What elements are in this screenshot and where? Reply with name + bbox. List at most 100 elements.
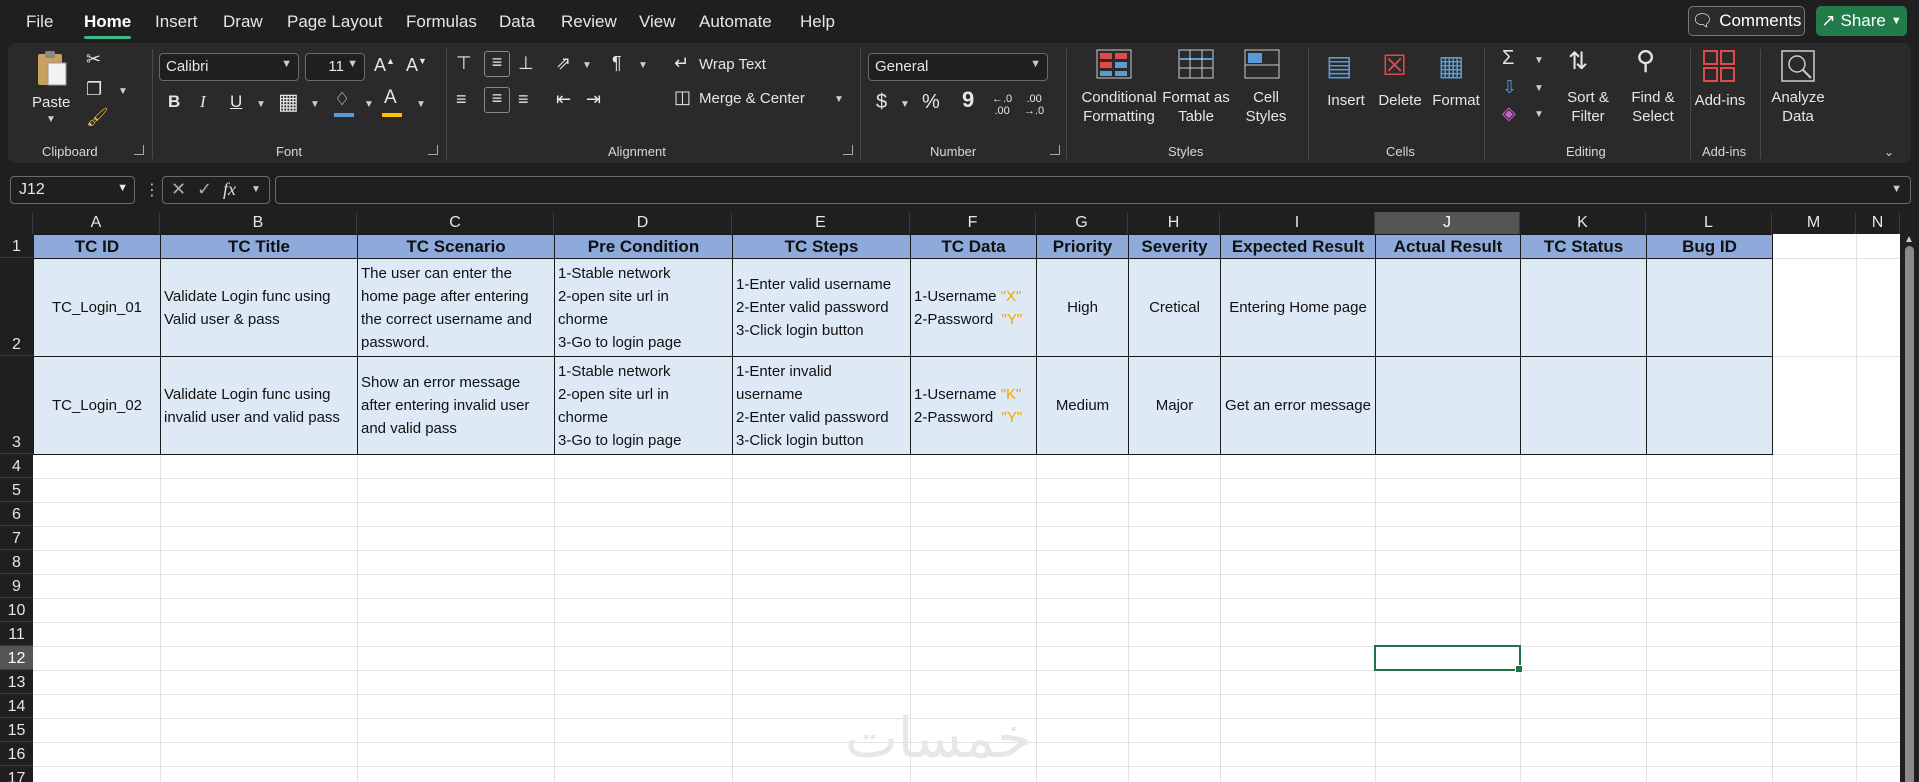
align-center-icon[interactable]: ≡ [484,87,510,113]
column-header-d[interactable]: D [554,212,732,234]
share-button[interactable]: ↗ Share ▼ [1816,6,1907,36]
column-header-g[interactable]: G [1036,212,1128,234]
italic-button[interactable]: I [200,92,206,112]
header-cell[interactable]: TC Scenario [357,234,555,259]
name-box[interactable]: J12 ▼ [10,176,135,204]
tab-automate[interactable]: Automate [699,12,772,32]
header-cell[interactable]: TC ID [33,234,161,259]
font-name-dropdown[interactable]: Calibri ▼ [159,53,299,81]
tab-file[interactable]: File [26,12,53,32]
chevron-down-icon[interactable]: ▼ [251,184,261,195]
tab-page-layout[interactable]: Page Layout [287,12,382,32]
table-cell-expected[interactable]: Entering Home page [1220,258,1376,357]
row-header-15[interactable]: 15 [0,718,33,742]
table-cell-actual[interactable] [1375,258,1521,357]
row-header-3[interactable]: 3 [0,356,33,454]
active-cell-selection[interactable] [1374,645,1523,673]
chevron-down-icon[interactable]: ▼ [638,60,648,71]
header-cell[interactable]: TC Status [1520,234,1647,259]
row-header-5[interactable]: 5 [0,478,33,502]
header-cell[interactable]: Priority [1036,234,1129,259]
column-header-f[interactable]: F [910,212,1036,234]
table-cell-scenario[interactable]: Show an error message after entering inv… [357,356,555,455]
table-cell-tc-id[interactable]: TC_Login_02 [33,356,161,455]
autosum-icon[interactable]: Σ [1502,47,1514,70]
chevron-down-icon[interactable]: ▼ [256,99,266,110]
header-cell[interactable]: Actual Result [1375,234,1521,259]
table-cell-precondition[interactable]: 1-Stable network 2-open site url in chor… [554,258,733,357]
row-header-7[interactable]: 7 [0,526,33,550]
header-cell[interactable]: TC Data [910,234,1037,259]
header-cell[interactable]: TC Steps [732,234,911,259]
table-cell-bug-id[interactable] [1646,258,1773,357]
column-header-l[interactable]: L [1646,212,1772,234]
alignment-launcher-icon[interactable] [843,145,853,155]
header-cell[interactable]: Severity [1128,234,1221,259]
table-cell-steps[interactable]: 1-Enter valid username 2-Enter valid pas… [732,258,911,357]
align-top-icon[interactable]: ⊤ [456,53,472,74]
align-bottom-icon[interactable]: ⊥ [518,53,534,74]
number-format-dropdown[interactable]: General ▼ [868,53,1048,81]
table-cell-priority[interactable]: High [1036,258,1129,357]
table-cell-actual[interactable] [1375,356,1521,455]
header-cell[interactable]: Pre Condition [554,234,733,259]
row-header-12[interactable]: 12 [0,646,33,670]
header-cell[interactable]: TC Title [160,234,358,259]
row-header-1[interactable]: 1 [0,234,33,258]
tc-data-cell[interactable]: 1-Username "K" 2-Password "Y" [910,356,1037,455]
increase-indent-icon[interactable]: ⇥ [586,89,601,110]
font-launcher-icon[interactable] [428,145,438,155]
table-cell-severity[interactable]: Cretical [1128,258,1221,357]
table-cell-precondition[interactable]: 1-Stable network 2-open site url in chor… [554,356,733,455]
row-header-11[interactable]: 11 [0,622,33,646]
fill-icon[interactable]: ⇩ [1502,77,1517,98]
table-cell-expected[interactable]: Get an error message [1220,356,1376,455]
row-header-6[interactable]: 6 [0,502,33,526]
tab-draw[interactable]: Draw [223,12,263,32]
more-options-icon[interactable]: ⋮ [144,180,160,200]
column-header-c[interactable]: C [357,212,554,234]
percent-button[interactable]: % [922,91,940,114]
chevron-down-icon[interactable]: ▼ [364,99,374,110]
number-launcher-icon[interactable] [1050,145,1060,155]
text-direction-icon[interactable]: ¶ [612,53,622,74]
column-header-j[interactable]: J [1375,212,1520,234]
tab-insert[interactable]: Insert [155,12,198,32]
chevron-down-icon[interactable]: ▼ [582,60,592,71]
row-header-4[interactable]: 4 [0,454,33,478]
align-right-icon[interactable]: ≡ [518,89,529,110]
collapse-ribbon-icon[interactable]: ⌄ [1884,145,1894,159]
underline-button[interactable]: U [230,92,242,112]
row-header-13[interactable]: 13 [0,670,33,694]
table-cell-bug-id[interactable] [1646,356,1773,455]
column-header-k[interactable]: K [1520,212,1646,234]
row-header-2[interactable]: 2 [0,258,33,356]
orientation-icon[interactable]: ⇗ [556,53,571,74]
cancel-icon[interactable]: ✕ [171,179,186,200]
row-header-16[interactable]: 16 [0,742,33,766]
table-cell-title[interactable]: Validate Login func using invalid user a… [160,356,358,455]
bold-button[interactable]: B [168,92,180,112]
select-all-corner[interactable] [0,212,33,234]
chevron-down-icon[interactable]: ▼ [118,86,128,97]
header-cell[interactable]: Expected Result [1220,234,1376,259]
tc-data-cell[interactable]: 1-Username "X" 2-Password "Y" [910,258,1037,357]
column-header-b[interactable]: B [160,212,357,234]
column-header-i[interactable]: I [1220,212,1375,234]
table-cell-tc-id[interactable]: TC_Login_01 [33,258,161,357]
scrollbar-thumb[interactable] [1905,246,1914,782]
currency-button[interactable]: $ [876,91,887,114]
font-size-dropdown[interactable]: 11 ▼ [305,53,365,81]
column-header-n[interactable]: N [1856,212,1900,234]
chevron-down-icon[interactable]: ▼ [1534,55,1544,66]
comments-button[interactable]: 🗨 Comments [1688,6,1805,36]
align-middle-icon[interactable]: ≡ [484,51,510,77]
tab-view[interactable]: View [639,12,676,32]
chevron-down-icon[interactable]: ▼ [416,99,426,110]
row-header-17[interactable]: 17 [0,766,33,782]
column-header-e[interactable]: E [732,212,910,234]
enter-icon[interactable]: ✓ [197,179,212,200]
tab-data[interactable]: Data [499,12,535,32]
decrease-decimal-icon[interactable]: .00 →.0 [1024,93,1044,117]
expand-formula-bar-icon[interactable]: ▼ [1891,183,1902,195]
